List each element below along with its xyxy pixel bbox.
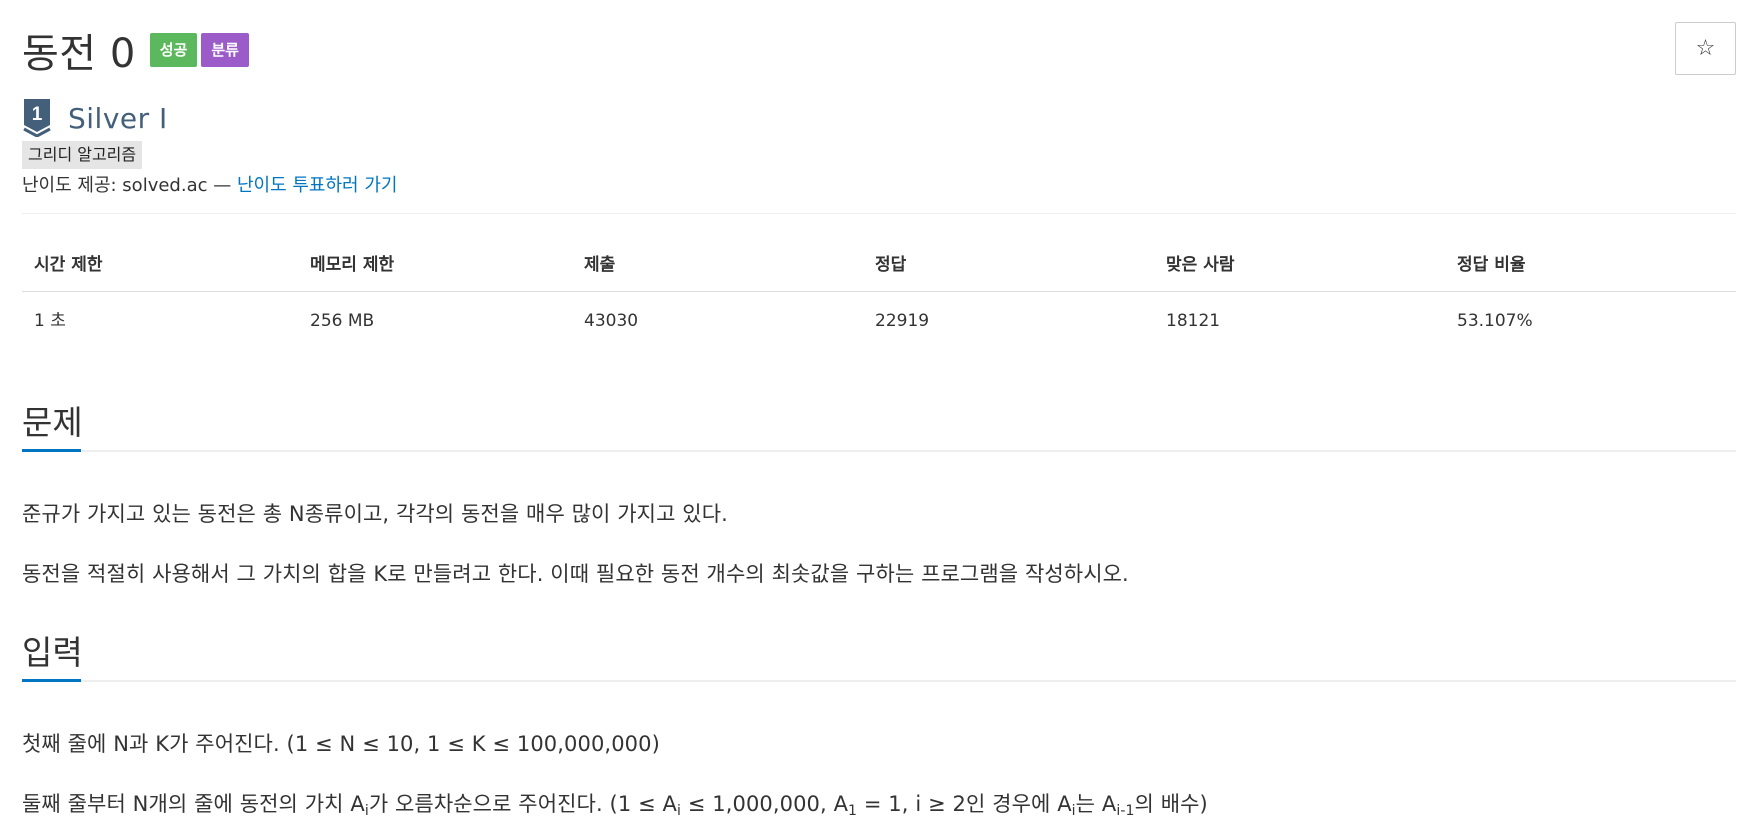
accepted-value: 22919 — [875, 311, 930, 331]
header-accepted: 정답 — [875, 255, 907, 275]
vote-difficulty-link[interactable]: 난이도 투표하러 가기 — [237, 175, 397, 196]
success-label[interactable]: 성공 — [149, 33, 198, 67]
algorithm-tag[interactable]: 그리디 알고리즘 — [22, 141, 143, 169]
input-section-underline — [22, 679, 1736, 682]
star-button[interactable]: ☆ — [1675, 22, 1736, 75]
problem-section-underline — [22, 449, 1736, 452]
classify-label[interactable]: 분류 — [201, 33, 249, 67]
header-time-limit: 시간 제한 — [34, 255, 103, 275]
header-solvers: 맞은 사람 — [1166, 255, 1235, 275]
header-ratio: 정답 비율 — [1457, 255, 1526, 275]
tier-row: 1 Silver I — [22, 98, 168, 138]
problem-section-title: 문제 — [22, 403, 83, 442]
memory-limit-value: 256 MB — [310, 311, 375, 331]
problem-description-line-2: 동전을 적절히 사용해서 그 가치의 합을 K로 만들려고 한다. 이때 필요한… — [22, 562, 1129, 586]
tier-name[interactable]: Silver I — [68, 102, 168, 135]
ratio-value: 53.107% — [1457, 311, 1533, 331]
table-header-row: 시간 제한 메모리 제한 제출 정답 맞은 사람 정답 비율 — [22, 248, 1736, 292]
table-row: 1 초 256 MB 43030 22919 18121 53.107% — [22, 292, 1736, 336]
input-description-line-2: 둘째 줄부터 N개의 줄에 동전의 가치 Ai가 오름차순으로 주어진다. (1… — [22, 792, 1208, 819]
solvers-value: 18121 — [1166, 311, 1221, 331]
star-icon: ☆ — [1695, 36, 1716, 61]
input-description-line-1: 첫째 줄에 N과 K가 주어진다. (1 ≤ N ≤ 10, 1 ≤ K ≤ 1… — [22, 732, 660, 756]
tier-badge-icon: 1 — [23, 99, 51, 137]
provider-text: 난이도 제공: solved.ac — — [22, 175, 237, 196]
tier-number: 1 — [32, 104, 43, 125]
header-memory-limit: 메모리 제한 — [310, 255, 395, 275]
title-row: 동전 0 성공 분류 — [22, 22, 249, 78]
time-limit-value: 1 초 — [34, 311, 66, 331]
problem-description-line-1: 준규가 가지고 있는 동전은 총 N종류이고, 각각의 동전을 매우 많이 가지… — [22, 502, 728, 526]
submissions-value: 43030 — [584, 311, 639, 331]
divider — [22, 213, 1736, 214]
input-section-title: 입력 — [22, 633, 83, 672]
problem-info-table: 시간 제한 메모리 제한 제출 정답 맞은 사람 정답 비율 1 초 256 M… — [22, 248, 1736, 336]
difficulty-provider: 난이도 제공: solved.ac — 난이도 투표하러 가기 — [22, 172, 397, 200]
header-submissions: 제출 — [584, 255, 616, 275]
problem-title: 동전 0 — [22, 31, 136, 77]
